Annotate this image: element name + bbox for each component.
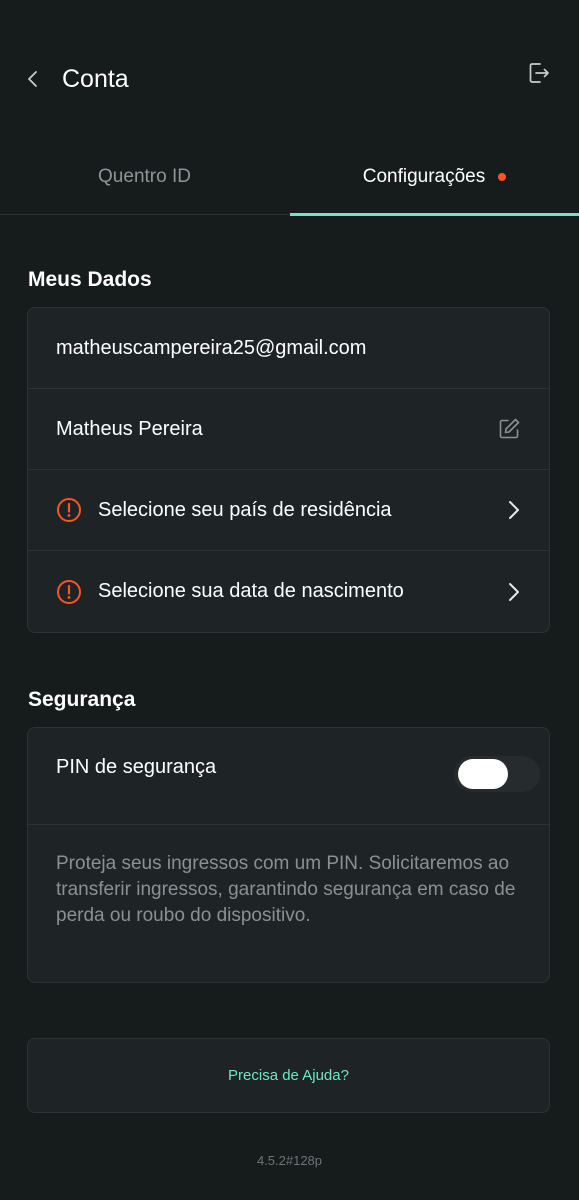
pin-label: PIN de segurança bbox=[56, 756, 217, 778]
birthdate-label: Selecione sua data de nascimento bbox=[98, 580, 404, 602]
toggle-knob bbox=[458, 759, 508, 789]
country-label: Selecione seu país de residência bbox=[98, 498, 392, 521]
logout-icon[interactable] bbox=[526, 60, 552, 86]
help-label: Precisa de Ajuda? bbox=[228, 1067, 349, 1084]
section-title-meus-dados: Meus Dados bbox=[28, 268, 152, 291]
tab-configuracoes[interactable]: Configurações bbox=[290, 140, 579, 214]
tab-label: Configurações bbox=[362, 166, 486, 187]
pin-toggle[interactable] bbox=[454, 756, 540, 792]
page-title: Conta bbox=[62, 65, 129, 93]
tab-quentro-id[interactable]: Quentro ID bbox=[0, 140, 289, 214]
country-row[interactable]: Selecione seu país de residência bbox=[28, 470, 549, 551]
edit-icon[interactable] bbox=[497, 417, 521, 441]
name-value: Matheus Pereira bbox=[56, 417, 203, 440]
notification-dot bbox=[498, 173, 507, 181]
help-button[interactable]: Precisa de Ajuda? bbox=[27, 1038, 550, 1113]
email-value: matheuscampereira25@gmail.com bbox=[56, 336, 367, 359]
seguranca-card: PIN de segurança Proteja seus ingressos … bbox=[27, 727, 550, 983]
birthdate-row[interactable]: Selecione sua data de nascimento bbox=[28, 551, 549, 632]
meus-dados-card: matheuscampereira25@gmail.com Matheus Pe… bbox=[27, 307, 550, 633]
chevron-left-icon[interactable] bbox=[24, 68, 44, 90]
tab-label: Quentro ID bbox=[98, 166, 191, 187]
section-title-seguranca: Segurança bbox=[28, 688, 136, 711]
chevron-right-icon bbox=[509, 501, 519, 519]
active-tab-indicator bbox=[290, 213, 579, 216]
email-row: matheuscampereira25@gmail.com bbox=[28, 308, 549, 389]
pin-row: PIN de segurança bbox=[28, 728, 549, 825]
tab-bar: Quentro ID Configurações bbox=[0, 140, 579, 216]
pin-description: Proteja seus ingressos com um PIN. Solic… bbox=[56, 853, 516, 926]
header: Conta bbox=[0, 0, 579, 140]
warning-icon bbox=[57, 579, 81, 604]
name-row[interactable]: Matheus Pereira bbox=[28, 389, 549, 470]
chevron-right-icon bbox=[509, 582, 519, 601]
app-version: 4.5.2#128p bbox=[256, 1153, 323, 1168]
warning-icon bbox=[57, 498, 81, 522]
